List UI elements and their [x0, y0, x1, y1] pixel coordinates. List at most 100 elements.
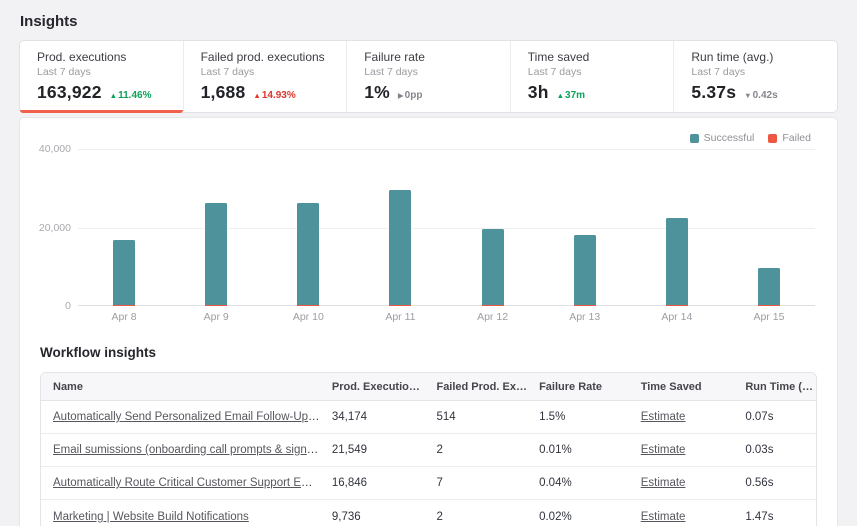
trend-up-icon: ▲ [110, 91, 117, 100]
run-time-value: 0.56s [733, 477, 816, 489]
prod-executions-value: 34,174 [320, 411, 425, 423]
bar-apr-9 [170, 149, 262, 306]
stat-cards-bar: Prod. executions Last 7 days 163,922 ▲11… [19, 40, 838, 113]
column-header-name[interactable]: Name [41, 381, 320, 393]
prod-executions-value: 21,549 [320, 444, 425, 456]
stat-value: 163,922 [37, 82, 102, 103]
failed-executions-value: 2 [424, 511, 527, 523]
stat-label: Run time (avg.) [691, 50, 837, 65]
workflow-name-link[interactable]: Marketing | Website Build Notifications [53, 511, 249, 523]
bar-apr-12 [447, 149, 539, 306]
stat-value: 1% [364, 82, 390, 103]
stat-value: 3h [528, 82, 549, 103]
stat-delta: ▶0pp [398, 90, 423, 101]
y-tick-label: 0 [65, 300, 71, 312]
run-time-value: 1.47s [733, 511, 816, 523]
failure-rate-value: 0.04% [527, 477, 629, 489]
stat-period: Last 7 days [201, 65, 347, 79]
workflow-name-link[interactable]: Automatically Route Critical Customer Su… [53, 477, 320, 489]
x-tick-label: Apr 14 [631, 311, 723, 323]
failed-executions-value: 7 [424, 477, 527, 489]
x-tick-label: Apr 9 [170, 311, 262, 323]
bar-apr-15 [723, 149, 815, 306]
stat-card-prod-executions[interactable]: Prod. executions Last 7 days 163,922 ▲11… [20, 41, 183, 112]
failed-swatch-icon [768, 134, 777, 143]
x-tick-label: Apr 11 [354, 311, 446, 323]
stat-delta: ▼0.42s [744, 90, 777, 101]
stat-delta: ▲37m [557, 90, 585, 101]
stat-period: Last 7 days [364, 65, 510, 79]
workflow-insights-heading: Workflow insights [40, 345, 837, 360]
stat-period: Last 7 days [528, 65, 674, 79]
y-tick-label: 20,000 [39, 222, 71, 234]
stat-card-failure-rate[interactable]: Failure rate Last 7 days 1% ▶0pp [346, 41, 510, 112]
bar-apr-13 [539, 149, 631, 306]
executions-bar-chart: 40,000 20,000 0 [78, 149, 815, 306]
x-tick-label: Apr 8 [78, 311, 170, 323]
stat-value: 5.37s [691, 82, 736, 103]
stat-delta: ▲11.46% [110, 90, 152, 101]
failure-rate-value: 0.02% [527, 511, 629, 523]
stat-card-run-time-avg[interactable]: Run time (avg.) Last 7 days 5.37s ▼0.42s [673, 41, 837, 112]
workflow-name-link[interactable]: Automatically Send Personalized Email Fo… [53, 411, 320, 423]
stat-delta: ▲14.93% [253, 90, 295, 101]
run-time-value: 0.03s [733, 444, 816, 456]
failed-executions-value: 2 [424, 444, 527, 456]
bar-apr-8 [78, 149, 170, 306]
workflow-insights-table: Name Prod. Executions↓ Failed Prod. Exec… [40, 372, 817, 526]
failure-rate-value: 0.01% [527, 444, 629, 456]
trend-up-icon: ▲ [557, 91, 564, 100]
stat-label: Failed prod. executions [201, 50, 347, 65]
page-title: Insights [0, 0, 857, 40]
legend-label: Successful [704, 132, 755, 144]
chart-legend: Successful Failed [20, 118, 837, 144]
time-saved-estimate-link[interactable]: Estimate [641, 411, 686, 423]
x-tick-label: Apr 13 [539, 311, 631, 323]
selected-card-indicator [20, 110, 183, 113]
bar-series [78, 149, 815, 306]
prod-executions-value: 9,736 [320, 511, 425, 523]
column-header-failure-rate[interactable]: Failure Rate [527, 381, 629, 393]
x-tick-label: Apr 12 [447, 311, 539, 323]
legend-item-successful[interactable]: Successful [690, 132, 755, 144]
trend-up-icon: ▲ [253, 91, 260, 100]
y-tick-label: 40,000 [39, 143, 71, 155]
column-header-prod-executions[interactable]: Prod. Executions↓ [320, 381, 425, 393]
prod-executions-value: 16,846 [320, 477, 425, 489]
failed-executions-value: 514 [424, 411, 527, 423]
stat-label: Failure rate [364, 50, 510, 65]
run-time-value: 0.07s [733, 411, 816, 423]
legend-label: Failed [782, 132, 811, 144]
failure-rate-value: 1.5% [527, 411, 629, 423]
workflow-name-link[interactable]: Email sumissions (onboarding call prompt… [53, 444, 320, 456]
bar-apr-11 [354, 149, 446, 306]
table-header-row: Name Prod. Executions↓ Failed Prod. Exec… [41, 373, 816, 401]
table-row: Email sumissions (onboarding call prompt… [41, 434, 816, 467]
stat-period: Last 7 days [37, 65, 183, 79]
column-header-failed-prod-executions[interactable]: Failed Prod. Executions [424, 381, 527, 393]
stat-label: Prod. executions [37, 50, 183, 65]
trend-flat-icon: ▶ [398, 91, 404, 100]
stat-card-failed-prod-executions[interactable]: Failed prod. executions Last 7 days 1,68… [183, 41, 347, 112]
table-row: Marketing | Website Build Notifications … [41, 500, 816, 526]
table-row: Automatically Send Personalized Email Fo… [41, 401, 816, 434]
legend-item-failed[interactable]: Failed [768, 132, 811, 144]
time-saved-estimate-link[interactable]: Estimate [641, 477, 686, 489]
x-tick-label: Apr 15 [723, 311, 815, 323]
insights-page: Insights Prod. executions Last 7 days 16… [0, 0, 857, 526]
bar-apr-10 [262, 149, 354, 306]
table-row: Automatically Route Critical Customer Su… [41, 467, 816, 500]
stat-label: Time saved [528, 50, 674, 65]
time-saved-estimate-link[interactable]: Estimate [641, 511, 686, 523]
trend-down-icon: ▼ [744, 91, 751, 100]
column-header-time-saved[interactable]: Time Saved [629, 381, 734, 393]
x-axis-labels: Apr 8 Apr 9 Apr 10 Apr 11 Apr 12 Apr 13 … [78, 311, 815, 323]
insights-main-panel: Successful Failed 40,000 20,000 0 [19, 117, 838, 526]
column-header-run-time-avg[interactable]: Run Time (Avg.) [733, 381, 816, 393]
successful-swatch-icon [690, 134, 699, 143]
x-tick-label: Apr 10 [262, 311, 354, 323]
stat-value: 1,688 [201, 82, 246, 103]
time-saved-estimate-link[interactable]: Estimate [641, 444, 686, 456]
stat-card-time-saved[interactable]: Time saved Last 7 days 3h ▲37m [510, 41, 674, 112]
bar-apr-14 [631, 149, 723, 306]
